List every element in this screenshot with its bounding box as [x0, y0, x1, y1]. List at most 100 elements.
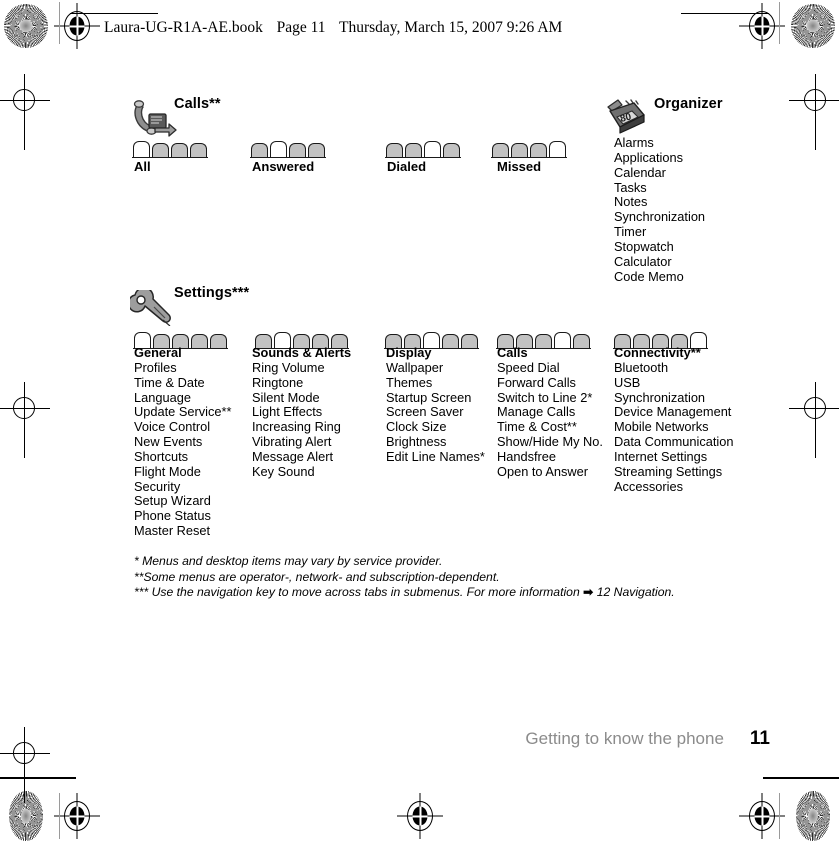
list-item[interactable]: Accessories — [614, 479, 734, 495]
list-item[interactable]: Open to Answer — [497, 464, 603, 480]
section-title-organizer: Organizer — [654, 96, 723, 112]
settings-column-calls[interactable]: Calls Speed Dial Forward Calls Switch to… — [497, 345, 603, 480]
section-title-calls: Calls** — [174, 96, 221, 112]
list-item[interactable]: Bluetooth — [614, 360, 734, 376]
list-item[interactable]: Ring Volume — [252, 360, 351, 376]
tab-segment-2[interactable] — [511, 143, 528, 157]
list-item[interactable]: Security — [134, 479, 231, 495]
crop-mark-left-upper — [0, 74, 50, 150]
list-item[interactable]: Code Memo — [614, 269, 705, 285]
trim-rule-bottom-left — [0, 777, 76, 779]
list-item[interactable]: Update Service** — [134, 405, 231, 420]
list-item[interactable]: Tasks — [614, 180, 705, 196]
crop-mark-left-middle — [0, 382, 50, 458]
tab-segment-3[interactable] — [171, 143, 188, 157]
tab-widget-all[interactable] — [132, 141, 208, 159]
list-item[interactable]: Data Communication — [614, 434, 734, 450]
list-item[interactable]: Setup Wizard — [134, 494, 231, 509]
list-item[interactable]: Calendar — [614, 165, 705, 181]
tab-segment-2[interactable] — [152, 143, 169, 157]
list-item[interactable]: Edit Line Names* — [386, 449, 485, 465]
list-item[interactable]: Applications — [614, 150, 705, 166]
list-item[interactable]: Show/Hide My No. — [497, 434, 603, 450]
settings-column-display[interactable]: Display Wallpaper Themes Startup Screen … — [386, 345, 485, 465]
tab-segment-2[interactable] — [405, 143, 422, 157]
list-item[interactable]: USB — [614, 375, 734, 391]
list-item[interactable]: Notes — [614, 195, 705, 210]
list-item[interactable]: Increasing Ring — [252, 419, 351, 435]
list-item[interactable]: Light Effects — [252, 405, 351, 420]
header-timestamp: Thursday, March 15, 2007 9:26 AM — [339, 19, 563, 36]
organizer-menu-list[interactable]: Alarms Applications Calendar Tasks Notes… — [614, 135, 705, 285]
list-item[interactable]: Themes — [386, 375, 485, 391]
tab-segment-4[interactable] — [190, 143, 207, 157]
tab-segment-3[interactable] — [530, 143, 547, 157]
list-item[interactable]: Synchronization — [614, 209, 705, 225]
list-item[interactable]: Master Reset — [134, 523, 231, 539]
list-item[interactable]: Phone Status — [134, 508, 231, 524]
calibration-starburst-top-left — [4, 4, 48, 48]
list-item[interactable]: New Events — [134, 434, 231, 450]
list-item[interactable]: Alarms — [614, 135, 705, 151]
footnote-three-text: *** Use the navigation key to move acros… — [134, 585, 584, 600]
tab-segment-3[interactable] — [289, 143, 306, 157]
tab-widget-answered[interactable] — [250, 141, 326, 159]
settings-column-general[interactable]: General Profiles Time & Date Language Up… — [134, 345, 231, 539]
footnote-three: *** Use the navigation key to move acros… — [134, 585, 675, 601]
list-item[interactable]: Forward Calls — [497, 375, 603, 391]
list-item[interactable]: Brightness — [386, 434, 485, 450]
list-item[interactable]: Flight Mode — [134, 464, 231, 480]
footnote-one: * Menus and desktop items may vary by se… — [134, 554, 443, 568]
list-item[interactable]: Manage Calls — [497, 405, 603, 420]
list-item[interactable]: Message Alert — [252, 449, 351, 465]
list-item[interactable]: Shortcuts — [134, 449, 231, 465]
list-item[interactable]: Mobile Networks — [614, 419, 734, 435]
tab-segment-4[interactable] — [443, 143, 460, 157]
tab-segment-1[interactable] — [133, 141, 150, 157]
tab-segment-1[interactable] — [492, 143, 509, 157]
document-header: Laura-UG-R1A-AE.book Page 11 Thursday, M… — [104, 19, 562, 37]
list-item[interactable]: Wallpaper — [386, 360, 485, 376]
tab-segment-1[interactable] — [251, 143, 268, 157]
tab-segment-1[interactable] — [386, 143, 403, 157]
tab-segment-2[interactable] — [270, 141, 287, 157]
list-item[interactable]: Speed Dial — [497, 360, 603, 376]
registration-mark-top-left — [54, 3, 100, 49]
list-item[interactable]: Key Sound — [252, 464, 351, 480]
list-item[interactable]: Switch to Line 2* — [497, 390, 603, 406]
list-item[interactable]: Device Management — [614, 405, 734, 420]
settings-column-sounds-alerts[interactable]: Sounds & Alerts Ring Volume Ringtone Sil… — [252, 345, 351, 480]
footer-separator-left — [59, 793, 60, 839]
column-header: General — [134, 345, 182, 360]
breadcrumb: Getting to know the phone — [525, 729, 724, 748]
tab-widget-dialed[interactable] — [385, 141, 461, 159]
list-item[interactable]: Voice Control — [134, 419, 231, 435]
tab-segment-3[interactable] — [424, 141, 441, 157]
list-item[interactable]: Language — [134, 390, 231, 406]
list-item[interactable]: Ringtone — [252, 375, 351, 391]
list-item[interactable]: Internet Settings — [614, 449, 734, 465]
header-filename: Laura-UG-R1A-AE.book — [104, 19, 263, 36]
list-item[interactable]: Profiles — [134, 360, 231, 376]
page-number: 11 — [749, 728, 770, 749]
list-item[interactable]: Vibrating Alert — [252, 434, 351, 450]
settings-column-connectivity[interactable]: Connectivity** Bluetooth USB Synchroniza… — [614, 345, 734, 495]
list-item[interactable]: Synchronization — [614, 390, 734, 406]
list-item[interactable]: Startup Screen — [386, 390, 485, 406]
page-footer: Getting to know the phone 11 — [525, 728, 770, 750]
list-item[interactable]: Clock Size — [386, 419, 485, 435]
list-item[interactable]: Time & Cost** — [497, 419, 603, 435]
list-item[interactable]: Silent Mode — [252, 390, 351, 406]
list-item[interactable]: Handsfree — [497, 449, 603, 465]
tab-widget-missed[interactable] — [491, 141, 567, 159]
tab-segment-4[interactable] — [308, 143, 325, 157]
list-item[interactable]: Stopwatch — [614, 239, 705, 255]
list-item[interactable]: Calculator — [614, 254, 705, 270]
tab-segment-4[interactable] — [549, 141, 566, 157]
list-item[interactable]: Streaming Settings — [614, 464, 734, 480]
list-item[interactable]: Time & Date — [134, 375, 231, 391]
footnote-two: **Some menus are operator-, network- and… — [134, 569, 500, 584]
list-item[interactable]: Screen Saver — [386, 405, 485, 420]
list-item[interactable]: Timer — [614, 224, 705, 240]
header-separator-left — [59, 2, 60, 44]
